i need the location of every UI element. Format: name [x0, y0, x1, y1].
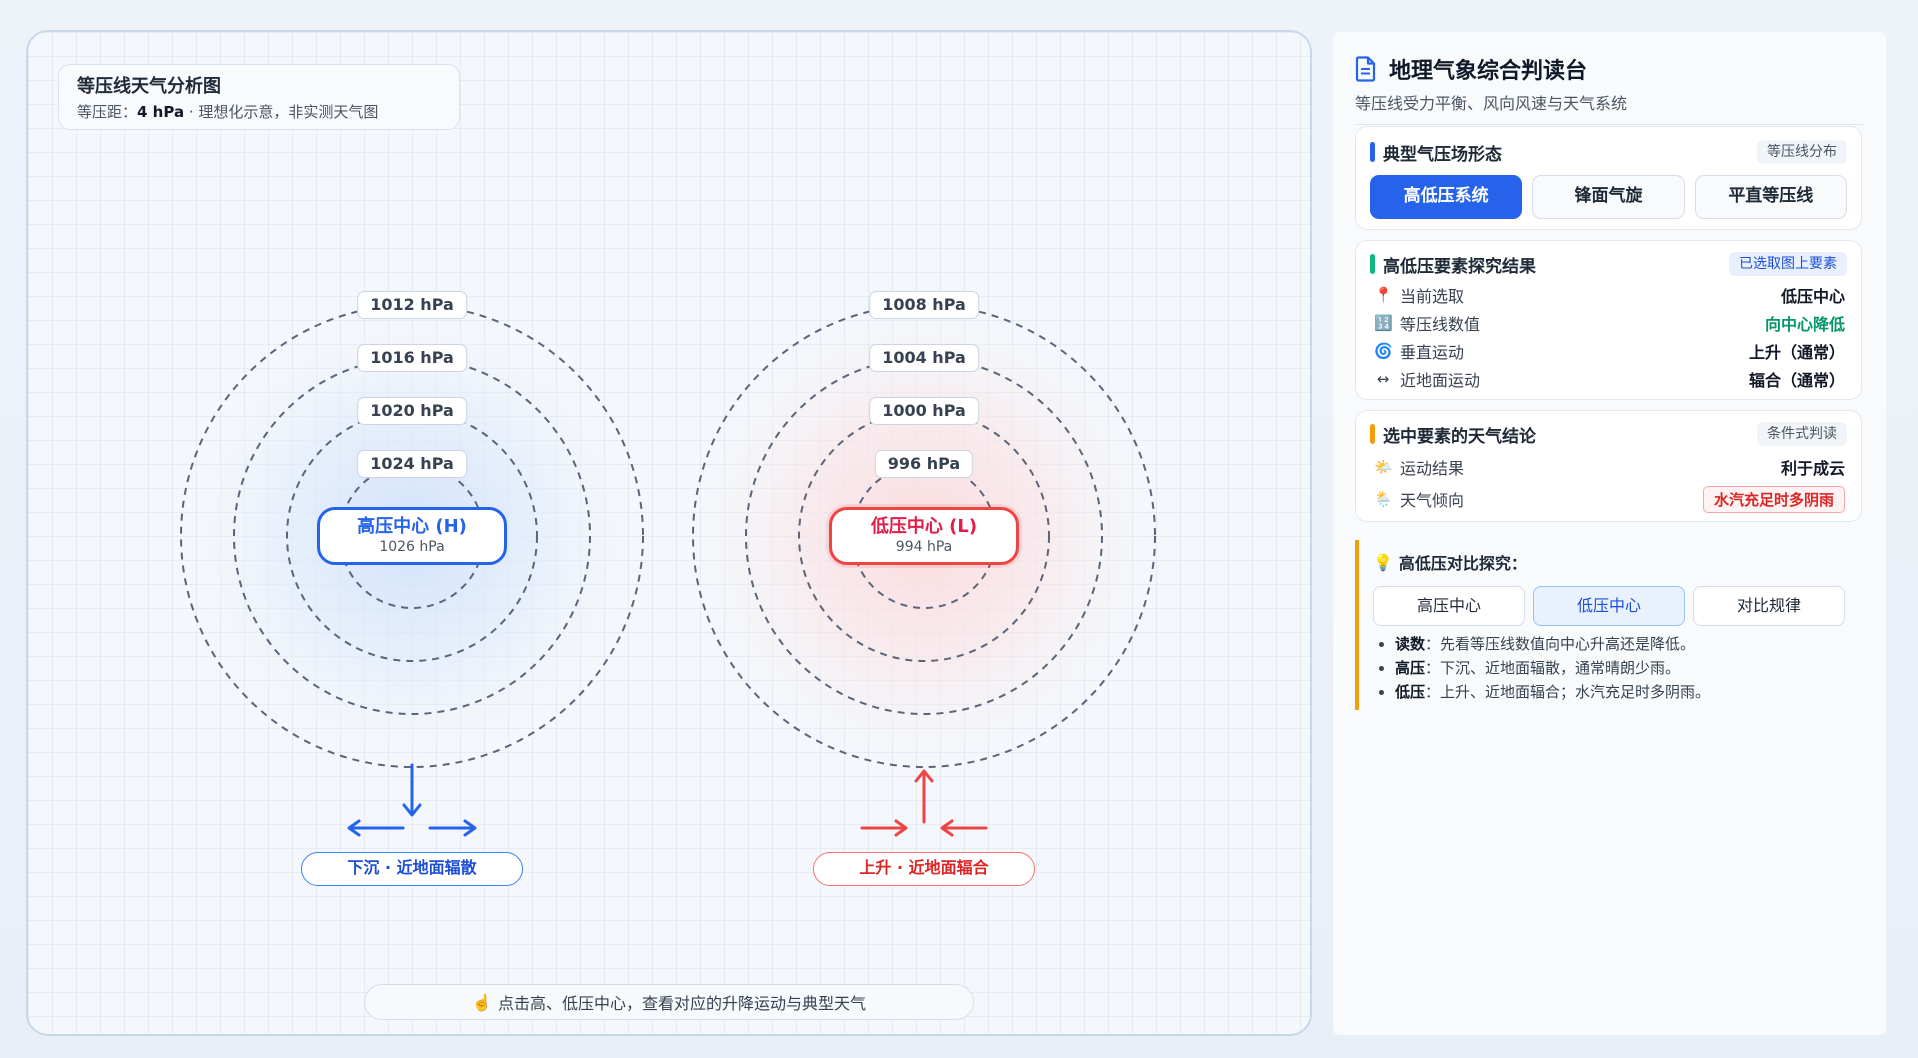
pattern-button-high-low[interactable]: 高低压系统 — [1370, 175, 1523, 219]
motion-result-value: 利于成云 — [1780, 459, 1845, 478]
weather-map-panel: 等压线天气分析图 等压距：4 hPa · 理想化示意，非实测天气图 1012 h… — [26, 30, 1312, 1036]
high-center-value: 1026 hPa — [379, 539, 445, 555]
explore-button-high[interactable]: 高压中心 — [1373, 586, 1525, 626]
high-motion-arrows — [347, 763, 477, 837]
low-isobar-label-1000[interactable]: 1000 hPa — [869, 397, 979, 425]
side-header: 地理气象综合判读台 等压线受力平衡、风向风速与天气系统 — [1355, 52, 1865, 125]
result-row-isobar-value: 🔢 等压线数值 向中心降低 — [1356, 309, 1861, 337]
list-item: 高压：下沉、近地面辐散，通常晴朗少雨。 — [1395, 656, 1862, 680]
surface-motion-value: 辐合（通常） — [1748, 371, 1845, 390]
sun-rain-icon: 🌦️ — [1374, 490, 1393, 508]
result-row-surface-motion: ↔ 近地面运动 辐合（通常） — [1356, 365, 1861, 393]
result-card-tag: 已选取图上要素 — [1729, 252, 1847, 276]
explore-title: 高低压对比探究： — [1398, 554, 1527, 573]
sun-cloud-icon: 🌤️ — [1374, 458, 1393, 476]
list-item: 低压：上升、近地面辐合；水汽充足时多阴雨。 — [1395, 680, 1862, 704]
cyclone-icon: 🌀 — [1374, 342, 1393, 360]
weather-card-tag: 条件式判读 — [1757, 422, 1847, 446]
map-hint-text: 点击高、低压中心，查看对应的升降运动与典型天气 — [497, 994, 866, 1013]
high-isobar-label-1024[interactable]: 1024 hPa — [357, 450, 467, 478]
side-title: 地理气象综合判读台 — [1389, 59, 1588, 84]
side-subtitle: 等压线受力平衡、风向风速与天气系统 — [1355, 90, 1865, 125]
explore-button-compare[interactable]: 对比规律 — [1693, 586, 1845, 626]
compare-explore-section: 💡 高低压对比探究： 高压中心 低压中心 对比规律 读数：先看等压线数值向中心升… — [1355, 540, 1862, 710]
explore-list: 读数：先看等压线数值向中心升高还是降低。 高压：下沉、近地面辐散，通常晴朗少雨。… — [1373, 632, 1862, 704]
map-title: 等压线天气分析图 — [77, 76, 221, 97]
card-accent-bar — [1370, 254, 1375, 274]
high-isobar-label-1020[interactable]: 1020 hPa — [357, 397, 467, 425]
explore-button-low[interactable]: 低压中心 — [1533, 586, 1685, 626]
pattern-button-frontal-cyclone[interactable]: 锋面气旋 — [1532, 175, 1685, 219]
vertical-motion-value: 上升（通常） — [1748, 343, 1845, 362]
weather-tendency-badge: 水汽充足时多阴雨 — [1702, 485, 1845, 513]
result-row-vertical-motion: 🌀 垂直运动 上升（通常） — [1356, 337, 1861, 365]
result-card-title: 高低压要素探究结果 — [1383, 256, 1536, 277]
high-isobar-label-1016[interactable]: 1016 hPa — [357, 344, 467, 372]
pointing-finger-icon: ☝️ — [472, 992, 492, 1012]
selection-value: 低压中心 — [1780, 287, 1845, 306]
low-isobar-label-1008[interactable]: 1008 hPa — [869, 291, 979, 319]
low-pressure-center-button[interactable]: 低压中心 (L) 994 hPa — [829, 507, 1019, 565]
low-center-value: 994 hPa — [895, 539, 953, 555]
app-root: 等压线天气分析图 等压距：4 hPa · 理想化示意，非实测天气图 1012 h… — [0, 0, 1918, 1058]
isobar-trend-value: 向中心降低 — [1764, 315, 1845, 334]
list-item: 读数：先看等压线数值向中心升高还是降低。 — [1395, 632, 1862, 656]
document-icon — [1355, 56, 1376, 82]
high-pressure-center-button[interactable]: 高压中心 (H) 1026 hPa — [317, 507, 507, 565]
result-row-selection: 📍 当前选取 低压中心 — [1356, 281, 1861, 309]
high-motion-label: 下沉 · 近地面辐散 — [301, 852, 523, 886]
pattern-button-straight-isobars[interactable]: 平直等压线 — [1694, 175, 1847, 219]
weather-card-title: 选中要素的天气结论 — [1383, 426, 1536, 447]
exploration-result-card: 高低压要素探究结果 已选取图上要素 📍 当前选取 低压中心 🔢 等压线数值 向中心降… — [1355, 240, 1862, 400]
analysis-side-panel: 地理气象综合判读台 等压线受力平衡、风向风速与天气系统 典型气压场形态 等压线分… — [1333, 32, 1886, 1035]
pattern-card-title: 典型气压场形态 — [1383, 144, 1502, 165]
map-subtitle: 等压距：4 hPa · 理想化示意，非实测天气图 — [77, 103, 379, 121]
pattern-card-tag: 等压线分布 — [1757, 140, 1847, 164]
low-isobar-label-1004[interactable]: 1004 hPa — [869, 344, 979, 372]
high-center-title: 高压中心 (H) — [357, 516, 467, 537]
left-right-arrow-icon: ↔ — [1376, 370, 1390, 388]
low-motion-label: 上升 · 近地面辐合 — [813, 852, 1035, 886]
low-center-title: 低压中心 (L) — [870, 516, 978, 537]
map-hint: ☝️ 点击高、低压中心，查看对应的升降运动与典型天气 — [364, 984, 974, 1020]
card-accent-bar — [1370, 424, 1375, 444]
isobar-map — [180, 304, 1156, 837]
high-isobar-label-1012[interactable]: 1012 hPa — [357, 291, 467, 319]
pressure-pattern-card: 典型气压场形态 等压线分布 高低压系统 锋面气旋 平直等压线 — [1355, 126, 1862, 230]
weather-conclusion-card: 选中要素的天气结论 条件式判读 🌤️ 运动结果 利于成云 🌦️ 天气倾向 水汽充足时… — [1355, 410, 1862, 522]
pin-icon: 📍 — [1374, 286, 1393, 304]
isobar-interval: 4 hPa — [137, 103, 185, 121]
weather-row-tendency: 🌦️ 天气倾向 水汽充足时多阴雨 — [1356, 483, 1861, 515]
map-legend-box: 等压线天气分析图 等压距：4 hPa · 理想化示意，非实测天气图 — [58, 64, 460, 130]
numbers-icon: 🔢 — [1374, 314, 1393, 332]
low-motion-arrows — [860, 769, 988, 837]
card-accent-bar — [1370, 142, 1375, 162]
lightbulb-icon: 💡 — [1373, 552, 1393, 572]
low-isobar-label-996[interactable]: 996 hPa — [874, 450, 974, 478]
weather-row-motion-result: 🌤️ 运动结果 利于成云 — [1356, 451, 1861, 483]
